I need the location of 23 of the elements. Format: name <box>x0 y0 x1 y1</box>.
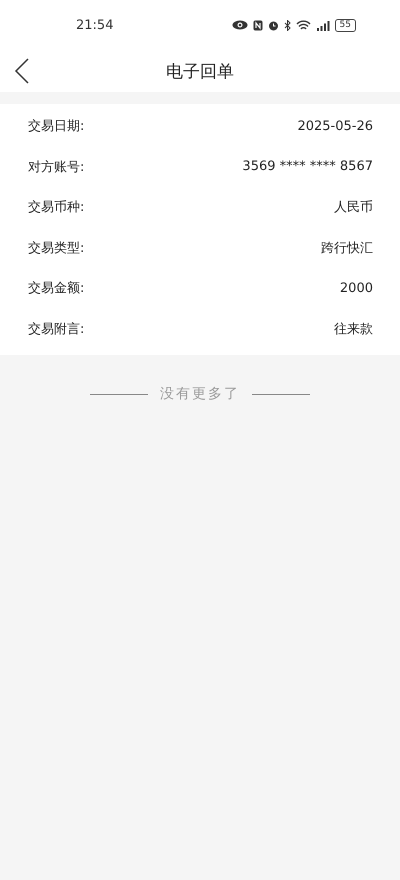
field-value: 2000 <box>340 280 373 296</box>
field-label: 交易附言: <box>28 320 84 338</box>
page-title: 电子回单 <box>166 60 234 82</box>
bluetooth-icon <box>284 20 291 30</box>
status-time: 21:54 <box>76 18 114 32</box>
field-value: 往来款 <box>334 320 373 338</box>
back-icon[interactable] <box>14 58 30 84</box>
battery-level: 55 <box>334 18 356 32</box>
field-value: 2025-05-26 <box>297 118 373 134</box>
end-of-list-text: 没有更多了 <box>160 385 240 403</box>
field-label: 交易金额: <box>28 280 84 298</box>
field-value: 人民币 <box>334 199 373 216</box>
nfc-icon <box>252 20 263 30</box>
signal-icon <box>316 20 330 30</box>
eye-icon <box>232 20 248 30</box>
field-label: 交易币种: <box>28 199 84 216</box>
wifi-icon <box>296 20 311 30</box>
field-label: 交易日期: <box>28 118 84 136</box>
field-label: 对方账号: <box>28 158 84 176</box>
field-value: 跨行快汇 <box>321 240 373 257</box>
field-value: 3569 **** **** 8567 <box>242 159 373 174</box>
alarm-icon <box>268 20 279 30</box>
field-label: 交易类型: <box>28 240 84 257</box>
